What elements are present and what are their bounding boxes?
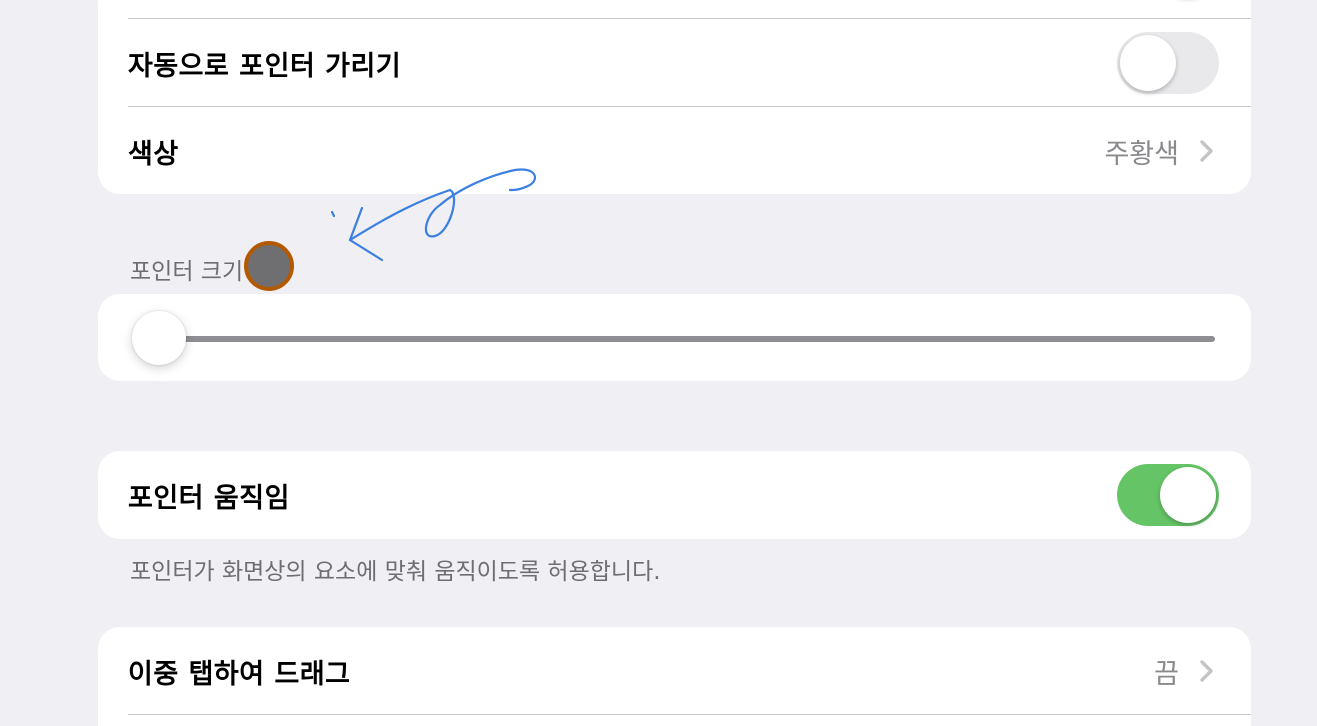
pointer-animation-group: 포인터 움직임	[98, 451, 1251, 539]
pointer-animation-label: 포인터 움직임	[128, 482, 290, 514]
auto-hide-pointer-label: 자동으로 포인터 가리기	[128, 50, 402, 82]
auto-hide-pointer-row: 자동으로 포인터 가리기	[128, 19, 1251, 107]
row-separator	[128, 714, 1251, 715]
pointer-size-slider-thumb[interactable]	[132, 311, 186, 365]
color-label: 색상	[128, 138, 179, 170]
double-tap-drag-row[interactable]: 이중 탭하여 드래그 끔	[128, 627, 1251, 715]
pointer-size-header: 포인터 크기	[130, 259, 244, 285]
pointer-size-group	[98, 294, 1251, 381]
chevron-right-icon	[1200, 660, 1213, 682]
double-tap-drag-label: 이중 탭하여 드래그	[128, 658, 351, 690]
hand-drawn-arrow-annotation	[330, 168, 537, 262]
color-row[interactable]: 색상 주황색	[128, 107, 1251, 194]
chevron-right-icon	[1200, 140, 1213, 162]
toggle-knob	[1160, 467, 1216, 523]
pointer-animation-toggle[interactable]	[1117, 464, 1219, 526]
auto-hide-pointer-toggle[interactable]	[1117, 32, 1219, 94]
settings-page: 자동으로 포인터 가리기 색상 주황색 포인터 크기 포인터 움직임 포인터가 …	[0, 0, 1317, 726]
toggle-knob	[1120, 35, 1176, 91]
double-tap-drag-group: 이중 탭하여 드래그 끔	[98, 627, 1251, 726]
pointer-size-slider-track[interactable]	[158, 336, 1215, 342]
pointer-animation-footer: 포인터가 화면상의 요소에 맞춰 움직이도록 허용합니다.	[130, 559, 661, 585]
color-value: 주황색	[1104, 138, 1179, 170]
double-tap-drag-value: 끔	[1154, 658, 1179, 690]
pointer-animation-row: 포인터 움직임	[128, 451, 1251, 539]
pointer-options-group: 자동으로 포인터 가리기 색상 주황색	[98, 0, 1251, 194]
pointer-cursor	[244, 241, 294, 291]
